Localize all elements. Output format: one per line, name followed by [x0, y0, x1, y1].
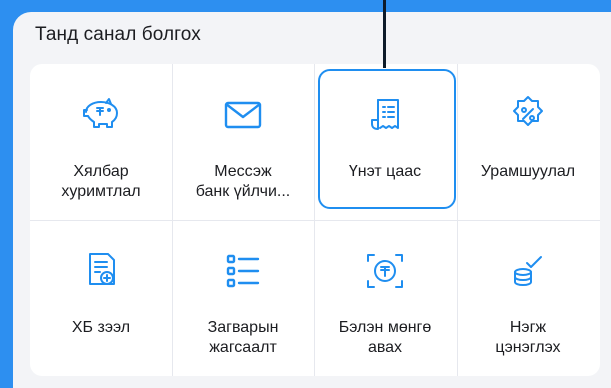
tile-label: ХБ зээл [71, 319, 131, 336]
tile-rewards[interactable]: Урамшуулал [457, 64, 599, 220]
loan-document-icon [78, 248, 124, 294]
tile-template-list[interactable]: Загварын жагсаалт [172, 220, 314, 376]
coins-check-icon [505, 248, 551, 294]
piggy-bank-icon [78, 92, 124, 138]
cash-withdraw-icon [362, 248, 408, 294]
tile-label: Урамшуулал [480, 163, 576, 180]
tile-consumer-loan[interactable]: ХБ зээл [30, 220, 172, 376]
list-icon [220, 248, 266, 294]
envelope-icon [220, 92, 266, 138]
tile-sms-banking[interactable]: Мессэж банк үйлчи... [172, 64, 314, 220]
tile-label: Загварын жагсаалт [207, 319, 279, 356]
tile-label: Хялбар хуримтлал [61, 163, 141, 200]
tile-label: Үнэт цаас [348, 163, 422, 180]
percent-badge-icon [505, 92, 551, 138]
receipt-icon [362, 92, 408, 138]
tile-easy-savings[interactable]: Хялбар хуримтлал [30, 64, 172, 220]
tile-top-up[interactable]: Нэгж цэнэглэх [457, 220, 599, 376]
recommendations-panel: Танд санал болгох Хялбар хуримтлал Мессэ… [13, 12, 611, 388]
tile-cash-withdraw[interactable]: Бэлэн мөнгө авах [314, 220, 456, 376]
tile-label: Нэгж цэнэглэх [495, 319, 561, 356]
services-grid: Хялбар хуримтлал Мессэж банк үйлчи... Үн… [30, 64, 600, 376]
callout-pointer-line [383, 0, 386, 68]
section-title: Танд санал болгох [35, 24, 201, 45]
tile-securities[interactable]: Үнэт цаас [314, 64, 456, 220]
tile-label: Бэлэн мөнгө авах [338, 319, 432, 356]
tile-label: Мессэж банк үйлчи... [195, 163, 291, 200]
